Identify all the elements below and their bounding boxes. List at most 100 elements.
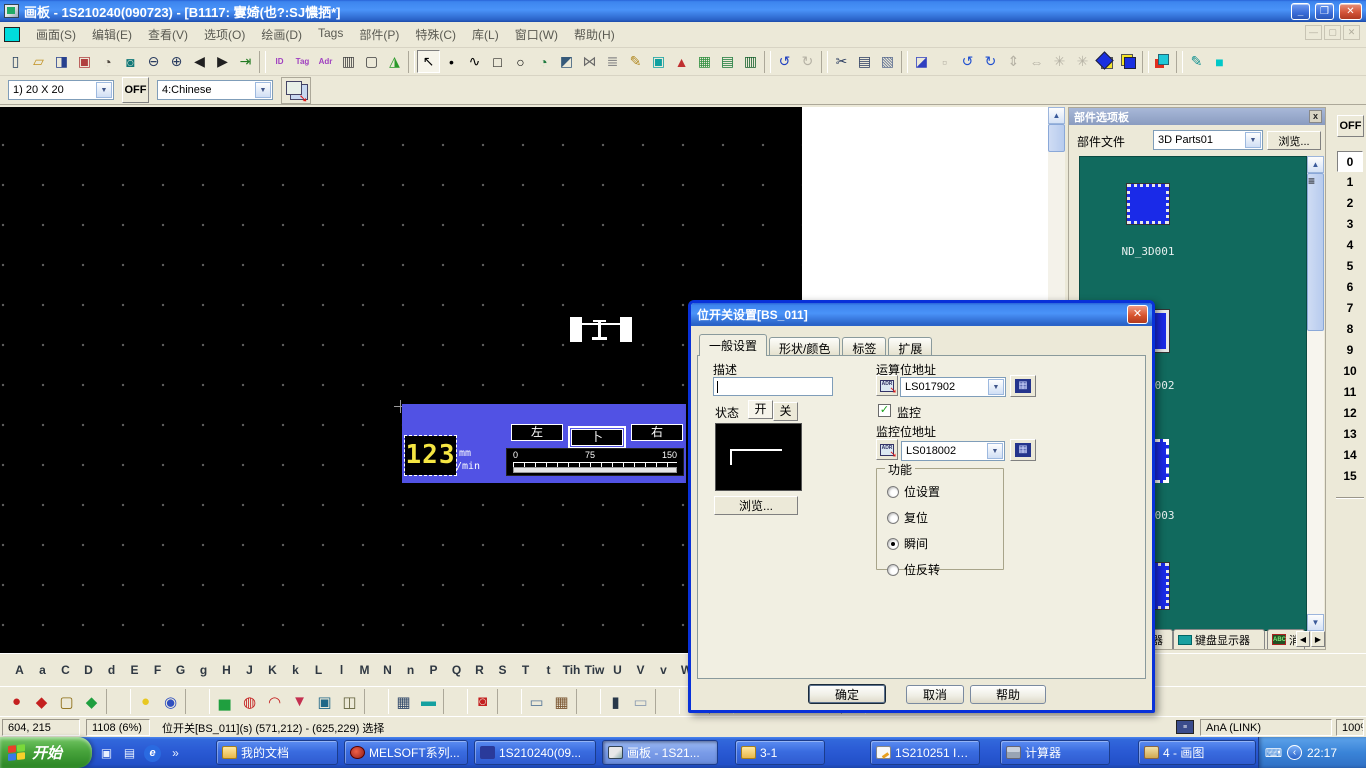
design-canvas[interactable] (0, 107, 802, 653)
pie-tool-icon[interactable]: ◔ (532, 50, 555, 73)
attribute-letter[interactable]: k (284, 663, 307, 677)
attribute-letter[interactable]: U (606, 663, 629, 677)
video-screen-icon[interactable]: ◮ (383, 50, 406, 73)
attribute-letter[interactable]: E (123, 663, 146, 677)
library-2-icon[interactable]: ▥ (739, 50, 762, 73)
attribute-letter[interactable]: l (330, 663, 353, 677)
shape-browse-button[interactable]: 浏览... (714, 496, 798, 515)
alarm-editor-icon[interactable]: ◔ (96, 50, 119, 73)
middle-button-object[interactable]: 卜 (571, 429, 623, 446)
state-number[interactable]: 7 (1337, 298, 1363, 319)
keypad-icon[interactable]: ▦ (1010, 439, 1036, 461)
dialog-tab[interactable]: 标签 (842, 337, 886, 356)
parts-browse-button[interactable]: 浏览... (1267, 131, 1321, 150)
attribute-letter[interactable]: d (100, 663, 123, 677)
right-button-object[interactable]: 右 (631, 424, 683, 441)
previous-screen-icon[interactable]: ◀ (188, 50, 211, 73)
parts-scrollbar[interactable]: ▲ ≡ ▼ (1307, 156, 1324, 631)
taskbar-task[interactable]: 3-1 (735, 740, 825, 765)
taskbar-task[interactable]: MELSOFT系列... (344, 740, 468, 765)
state-number[interactable]: 14 (1337, 445, 1363, 466)
bar-graph-icon[interactable]: ▅ (212, 689, 237, 714)
mark-library-icon[interactable]: ▲ (670, 50, 693, 73)
menu-item[interactable]: 编辑(E) (84, 23, 140, 46)
scrollbar-thumb[interactable]: ≡ (1307, 173, 1324, 331)
menu-item[interactable]: 帮助(H) (566, 23, 623, 46)
attribute-letter[interactable]: Q (445, 663, 468, 677)
library-1-icon[interactable]: ▤ (716, 50, 739, 73)
attribute-letter[interactable]: H (215, 663, 238, 677)
menu-item[interactable]: Tags (310, 23, 351, 46)
attribute-letter[interactable]: A (8, 663, 31, 677)
close-icon[interactable]: x (1309, 110, 1322, 123)
off-state-button[interactable]: OFF (122, 77, 149, 103)
dialog-tab[interactable]: 一般设置 (699, 334, 767, 356)
ruler-tool-icon[interactable]: ≣ (601, 50, 624, 73)
screen-copy-icon[interactable]: ▣ (73, 50, 96, 73)
cut-icon[interactable]: ✂ (830, 50, 853, 73)
numeric-display-object[interactable]: 123 (405, 436, 456, 475)
attribute-letter[interactable]: N (376, 663, 399, 677)
save-icon[interactable]: ◨ (50, 50, 73, 73)
line-tool-icon[interactable]: ∿ (463, 50, 486, 73)
language-select[interactable]: 4:Chinese ▼ (157, 80, 273, 100)
menu-item[interactable]: 窗口(W) (507, 23, 566, 46)
state-on-button[interactable]: 开 (748, 400, 773, 419)
help-button[interactable]: 帮助 (970, 685, 1046, 704)
taskbar-task[interactable]: 1S210251 IO... (870, 740, 980, 765)
window-preview-icon[interactable]: ▢ (360, 50, 383, 73)
dot-tool-icon[interactable]: • (440, 50, 463, 73)
menu-item[interactable]: 画面(S) (28, 23, 84, 46)
quick-launch-desktop-icon[interactable]: ▤ (121, 745, 138, 762)
ok-button[interactable]: 确定 (808, 684, 886, 704)
menu-item[interactable]: 查看(V) (140, 23, 196, 46)
attribute-letter[interactable]: F (146, 663, 169, 677)
rect-tool-icon[interactable]: □ (486, 50, 509, 73)
child-window-icon[interactable] (4, 27, 20, 42)
function-switch-icon[interactable]: ◆ (79, 689, 104, 714)
monitor-checkbox[interactable]: ✓ (878, 404, 891, 417)
selection-handle[interactable] (570, 317, 582, 342)
state-off-button[interactable]: 关 (773, 402, 798, 421)
state-number[interactable]: 4 (1337, 235, 1363, 256)
menu-item[interactable]: 绘画(D) (253, 23, 310, 46)
mdi-close-button[interactable]: ✕ (1343, 25, 1360, 40)
group-icon[interactable]: ▫ (933, 50, 956, 73)
scroll-up-icon[interactable]: ▲ (1307, 156, 1324, 173)
lamp-icon[interactable]: ● (133, 689, 158, 714)
state-number[interactable]: 13 (1337, 424, 1363, 445)
selection-handle[interactable] (620, 317, 632, 342)
attribute-letter[interactable]: G (169, 663, 192, 677)
scroll-up-icon[interactable]: ▲ (1048, 107, 1065, 124)
rotate-left-icon[interactable]: ↺ (956, 50, 979, 73)
keypad-icon[interactable]: ▦ (1010, 375, 1036, 397)
state-number[interactable]: 11 (1337, 382, 1363, 403)
cancel-button[interactable]: 取消 (906, 685, 964, 704)
quick-launch-media-icon[interactable]: ▣ (98, 745, 115, 762)
function-radio[interactable]: 位反转 (887, 561, 940, 578)
state-number[interactable]: 12 (1337, 403, 1363, 424)
tower-lamp-icon[interactable]: ▮ (603, 689, 628, 714)
find-screen-icon[interactable]: ◙ (119, 50, 142, 73)
dialog-tab[interactable]: 形状/颜色 (769, 337, 840, 356)
attribute-letter[interactable]: S (491, 663, 514, 677)
mdi-restore-button[interactable]: ▢ (1324, 25, 1341, 40)
data-logging-icon[interactable]: ▦ (549, 689, 574, 714)
tab-scroll-right-icon[interactable]: ▶ (1311, 631, 1325, 647)
taskbar-task[interactable]: 4 - 画图 (1138, 740, 1256, 765)
grid-size-select[interactable]: 1) 20 X 20 ▼ (8, 80, 114, 100)
text-tool-icon[interactable]: ✎ (624, 50, 647, 73)
meter-icon[interactable]: ◠ (262, 689, 287, 714)
attribute-letter[interactable]: C (54, 663, 77, 677)
monitor-address-select[interactable]: LS018002 ▼ (901, 441, 1005, 461)
fill-tool-icon[interactable]: ◩ (555, 50, 578, 73)
state-number[interactable]: 9 (1337, 340, 1363, 361)
open-screen-icon[interactable]: ▱ (27, 50, 50, 73)
attribute-letter[interactable]: T (514, 663, 537, 677)
left-button-object[interactable]: 左 (511, 424, 563, 441)
dialog-close-icon[interactable]: ✕ (1127, 305, 1148, 324)
menu-item[interactable]: 特殊(C) (407, 23, 464, 46)
operation-address-select[interactable]: LS017902 ▼ (900, 377, 1006, 397)
meter-panel-object[interactable]: 123 mm /min 左 卜 右 0 75 150 (402, 404, 686, 483)
flip-vertical-icon[interactable]: ⇕ (1002, 50, 1025, 73)
